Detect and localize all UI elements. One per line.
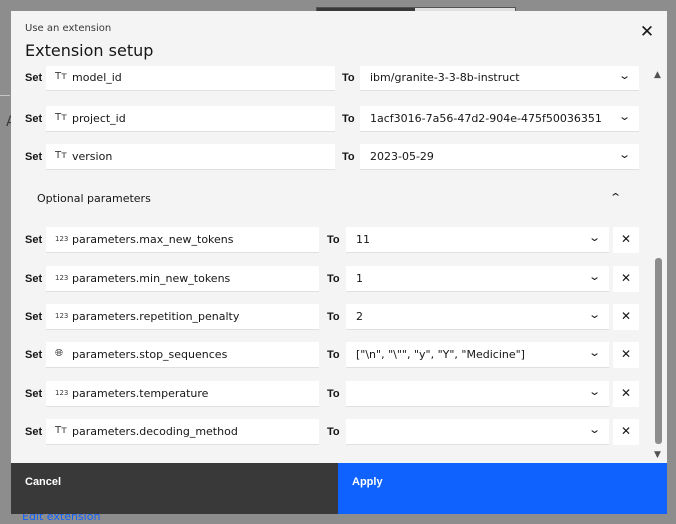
param-value: 11 — [356, 233, 370, 246]
param-name: model_id — [72, 71, 122, 84]
text-type-icon: Tт — [55, 425, 67, 436]
param-name: parameters.max_new_tokens — [72, 233, 234, 246]
param-name-field: Tт project_id — [46, 106, 335, 132]
param-name-field: 123 parameters.temperature — [46, 381, 319, 407]
param-value: 2 — [356, 310, 363, 323]
param-name-field: 123 parameters.min_new_tokens — [46, 266, 319, 292]
cancel-button-label: Cancel — [25, 476, 62, 488]
param-name-field: Tт model_id — [46, 66, 335, 91]
set-label: Set — [25, 113, 43, 125]
remove-param-button[interactable]: ✕ — [613, 304, 639, 330]
chevron-up-icon[interactable]: ⌃ — [609, 191, 622, 204]
extension-setup-modal: Use an extension Extension setup ✕ Set T… — [11, 11, 667, 514]
param-value-dropdown[interactable]: 1acf3016-7a56-47d2-904e-475f50036351 ⌄ — [360, 106, 639, 132]
modal-scrollbar[interactable]: ▲ ▼ — [651, 66, 667, 463]
chevron-down-icon: ⌄ — [587, 423, 601, 436]
param-value: ibm/granite-3-3-8b-instruct — [370, 71, 520, 84]
param-value-dropdown[interactable]: 2 ⌄ — [346, 304, 609, 330]
number-type-icon: 123 — [55, 274, 69, 282]
chevron-down-icon: ⌄ — [587, 385, 601, 398]
cancel-button[interactable]: Cancel — [11, 463, 338, 514]
param-name: parameters.temperature — [72, 387, 209, 400]
background-divider — [0, 95, 10, 96]
set-label: Set — [25, 426, 43, 438]
to-label: To — [327, 388, 340, 400]
apply-button-label: Apply — [352, 476, 383, 488]
to-label: To — [327, 311, 340, 323]
set-label: Set — [25, 72, 43, 84]
chevron-down-icon: ⌄ — [617, 148, 631, 161]
param-value-dropdown[interactable]: ⌄ — [346, 419, 609, 445]
param-name: version — [72, 150, 113, 163]
number-type-icon: 123 — [55, 312, 69, 320]
modal-body: Set Tт model_id To ibm/granite-3-3-8b-in… — [11, 66, 667, 463]
to-label: To — [327, 273, 340, 285]
param-value: 1acf3016-7a56-47d2-904e-475f50036351 — [370, 112, 602, 125]
chevron-down-icon: ⌄ — [617, 110, 631, 123]
param-value: 2023-05-29 — [370, 150, 434, 163]
to-label: To — [342, 113, 355, 125]
param-name: parameters.repetition_penalty — [72, 310, 240, 323]
number-type-icon: 123 — [55, 389, 69, 397]
param-name-field: 🌐︎ parameters.stop_sequences — [46, 342, 319, 368]
scrollbar-thumb[interactable] — [655, 258, 662, 444]
set-label: Set — [25, 349, 43, 361]
remove-param-button[interactable]: ✕ — [613, 227, 639, 253]
to-label: To — [327, 426, 340, 438]
set-label: Set — [25, 151, 43, 163]
param-value-dropdown[interactable]: 2023-05-29 ⌄ — [360, 144, 639, 170]
chevron-down-icon: ⌄ — [617, 69, 631, 82]
remove-param-button[interactable]: ✕ — [613, 342, 639, 368]
to-label: To — [327, 349, 340, 361]
text-type-icon: Tт — [55, 112, 67, 123]
to-label: To — [342, 151, 355, 163]
chevron-down-icon: ⌄ — [587, 270, 601, 283]
modal-label: Use an extension — [25, 23, 112, 34]
param-value-dropdown[interactable]: ibm/granite-3-3-8b-instruct ⌄ — [360, 66, 639, 91]
param-name: project_id — [72, 112, 126, 125]
param-value-dropdown[interactable]: ["\n", "\"", "y", "Y", "Medicine"] ⌄ — [346, 342, 609, 368]
modal-footer: Cancel Apply — [11, 463, 667, 514]
optional-parameters-toggle[interactable]: Optional parameters — [37, 192, 151, 205]
param-name: parameters.stop_sequences — [72, 348, 228, 361]
param-value-dropdown[interactable]: ⌄ — [346, 381, 609, 407]
param-value: ["\n", "\"", "y", "Y", "Medicine"] — [356, 348, 525, 361]
set-label: Set — [25, 273, 43, 285]
param-value-dropdown[interactable]: 11 ⌄ — [346, 227, 609, 253]
param-value-dropdown[interactable]: 1 ⌄ — [346, 266, 609, 292]
scroll-down-arrow-icon[interactable]: ▼ — [654, 450, 661, 460]
remove-param-button[interactable]: ✕ — [613, 381, 639, 407]
text-type-icon: Tт — [55, 150, 67, 161]
chevron-down-icon: ⌄ — [587, 346, 601, 359]
param-value: 1 — [356, 272, 363, 285]
modal-header: Use an extension Extension setup ✕ — [11, 11, 667, 66]
number-type-icon: 123 — [55, 235, 69, 243]
chevron-down-icon: ⌄ — [587, 308, 601, 321]
param-name-field: 123 parameters.repetition_penalty — [46, 304, 319, 330]
text-type-icon: Tт — [55, 71, 67, 82]
set-label: Set — [25, 311, 43, 323]
set-label: Set — [25, 388, 43, 400]
param-name-field: Tт parameters.decoding_method — [46, 419, 319, 445]
to-label: To — [327, 234, 340, 246]
modal-title: Extension setup — [25, 41, 154, 60]
remove-param-button[interactable]: ✕ — [613, 419, 639, 445]
param-name: parameters.decoding_method — [72, 425, 238, 438]
param-name-field: Tт version — [46, 144, 335, 170]
apply-button[interactable]: Apply — [338, 463, 667, 514]
remove-param-button[interactable]: ✕ — [613, 266, 639, 292]
param-name: parameters.min_new_tokens — [72, 272, 231, 285]
globe-icon: 🌐︎ — [55, 348, 63, 359]
param-name-field: 123 parameters.max_new_tokens — [46, 227, 319, 253]
set-label: Set — [25, 234, 43, 246]
chevron-down-icon: ⌄ — [587, 231, 601, 244]
scroll-up-arrow-icon[interactable]: ▲ — [654, 70, 661, 80]
close-icon[interactable]: ✕ — [635, 21, 659, 45]
to-label: To — [342, 72, 355, 84]
